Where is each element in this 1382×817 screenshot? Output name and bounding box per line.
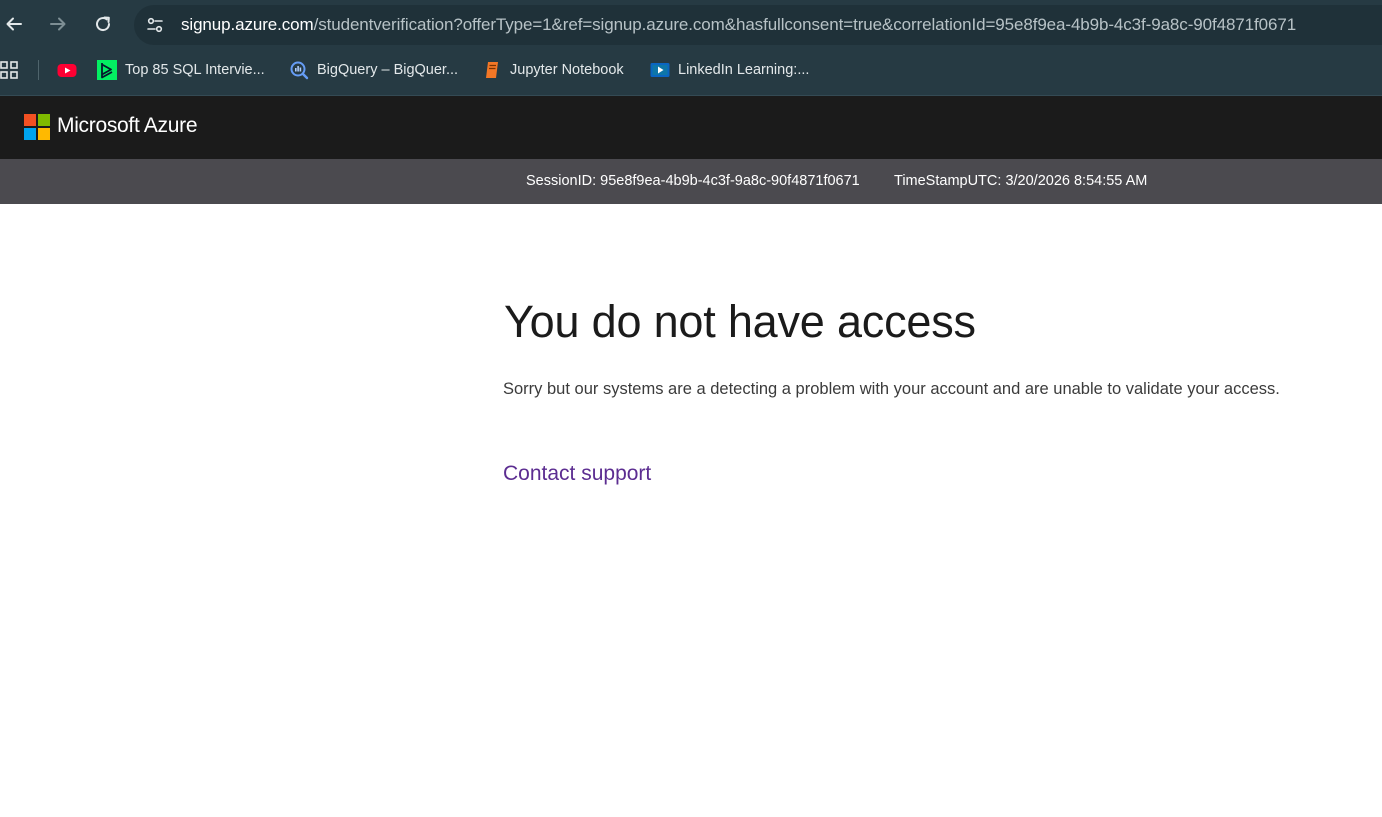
apps-button[interactable] (0, 61, 20, 81)
bookmark-label: BigQuery – BigQuer... (317, 62, 459, 78)
bigquery-icon (289, 60, 309, 80)
azure-header: Microsoft Azure (0, 96, 1382, 159)
microsoft-logo-icon[interactable] (24, 114, 50, 140)
forward-button[interactable] (44, 10, 72, 38)
bookmark-youtube[interactable] (57, 59, 77, 81)
bookmark-label: Jupyter Notebook (510, 62, 624, 78)
notebook-icon (482, 60, 502, 80)
reload-icon (96, 16, 111, 32)
page-title: You do not have access (504, 296, 976, 347)
url-text[interactable]: signup.azure.com/studentverification?off… (181, 15, 1296, 35)
linkedin-learning-icon (650, 60, 670, 80)
logo-square-green (38, 114, 50, 126)
reload-button[interactable] (89, 10, 117, 38)
url-path: /studentverification?offerType=1&ref=sig… (313, 15, 1297, 34)
brand-name[interactable]: Microsoft Azure (57, 114, 198, 138)
timestamp-utc: TimeStampUTC: 3/20/2026 8:54:55 AM (894, 173, 1148, 189)
youtube-icon (57, 60, 77, 80)
bookmarks-separator (38, 60, 39, 80)
logo-square-yellow (38, 128, 50, 140)
bookmark-linkedin-learning[interactable]: LinkedIn Learning:... (650, 59, 809, 81)
back-button[interactable] (0, 10, 28, 38)
address-bar[interactable]: signup.azure.com/studentverification?off… (134, 5, 1382, 45)
back-arrow-icon (6, 17, 22, 31)
contact-support-link[interactable]: Contact support (503, 462, 651, 486)
main-content: You do not have access Sorry but our sys… (0, 204, 1382, 817)
bookmarks-bar: Top 85 SQL Intervie... BigQuery – BigQue… (0, 50, 1382, 96)
browser-toolbar: signup.azure.com/studentverification?off… (0, 0, 1382, 50)
session-info-bar: SessionID: 95e8f9ea-4b9b-4c3f-9a8c-90f48… (0, 159, 1382, 204)
bookmark-label: Top 85 SQL Intervie... (125, 62, 265, 78)
site-info-button[interactable] (142, 12, 168, 38)
datacamp-icon (97, 60, 117, 80)
forward-arrow-icon (50, 17, 66, 31)
url-host: signup.azure.com (181, 15, 314, 34)
error-message: Sorry but our systems are a detecting a … (503, 380, 1280, 398)
bookmark-sql-interview[interactable]: Top 85 SQL Intervie... (97, 59, 265, 81)
bookmark-label: LinkedIn Learning:... (678, 62, 810, 78)
logo-square-red (24, 114, 36, 126)
bookmark-jupyter-notebook[interactable]: Jupyter Notebook (482, 59, 624, 81)
bookmark-bigquery[interactable]: BigQuery – BigQuer... (289, 59, 458, 81)
logo-square-blue (24, 128, 36, 140)
site-info-icon (147, 17, 163, 33)
session-id: SessionID: 95e8f9ea-4b9b-4c3f-9a8c-90f48… (526, 173, 860, 189)
apps-grid-icon (0, 61, 18, 79)
